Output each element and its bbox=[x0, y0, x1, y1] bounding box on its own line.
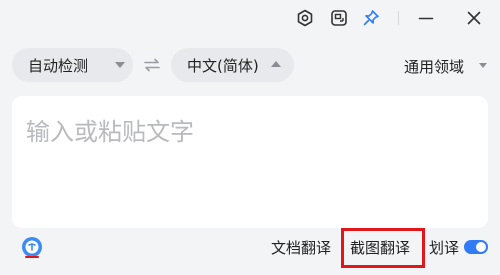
screenshot-translate-icon[interactable] bbox=[329, 8, 349, 28]
title-bar bbox=[0, 0, 500, 36]
selection-translate-toggle[interactable] bbox=[464, 240, 488, 254]
close-icon[interactable] bbox=[464, 8, 484, 28]
domain-selector-label[interactable]: 通用领域 bbox=[404, 56, 464, 77]
settings-icon[interactable] bbox=[295, 8, 315, 28]
chevron-up-icon bbox=[271, 61, 281, 67]
target-language-dropdown[interactable]: 中文(简体) bbox=[171, 48, 294, 82]
target-language-label: 中文(简体) bbox=[187, 56, 259, 75]
domain-chevron-down-icon[interactable] bbox=[479, 63, 487, 68]
assistant-avatar-icon[interactable] bbox=[20, 236, 44, 260]
toggle-knob bbox=[476, 242, 486, 252]
swap-languages-icon[interactable] bbox=[142, 55, 162, 75]
chevron-down-icon bbox=[115, 62, 125, 68]
titlebar-divider bbox=[398, 11, 399, 25]
pin-icon[interactable] bbox=[361, 8, 381, 28]
source-language-label: 自动检测 bbox=[28, 56, 89, 75]
source-text-input[interactable] bbox=[12, 96, 488, 228]
selection-translate-label: 划译 bbox=[429, 239, 460, 257]
minimize-icon[interactable] bbox=[416, 8, 436, 28]
screenshot-translate-button[interactable]: 截图翻译 bbox=[350, 238, 410, 258]
input-card bbox=[12, 96, 488, 228]
document-translate-button[interactable]: 文档翻译 bbox=[271, 238, 331, 258]
source-language-dropdown[interactable]: 自动检测 bbox=[12, 48, 133, 82]
